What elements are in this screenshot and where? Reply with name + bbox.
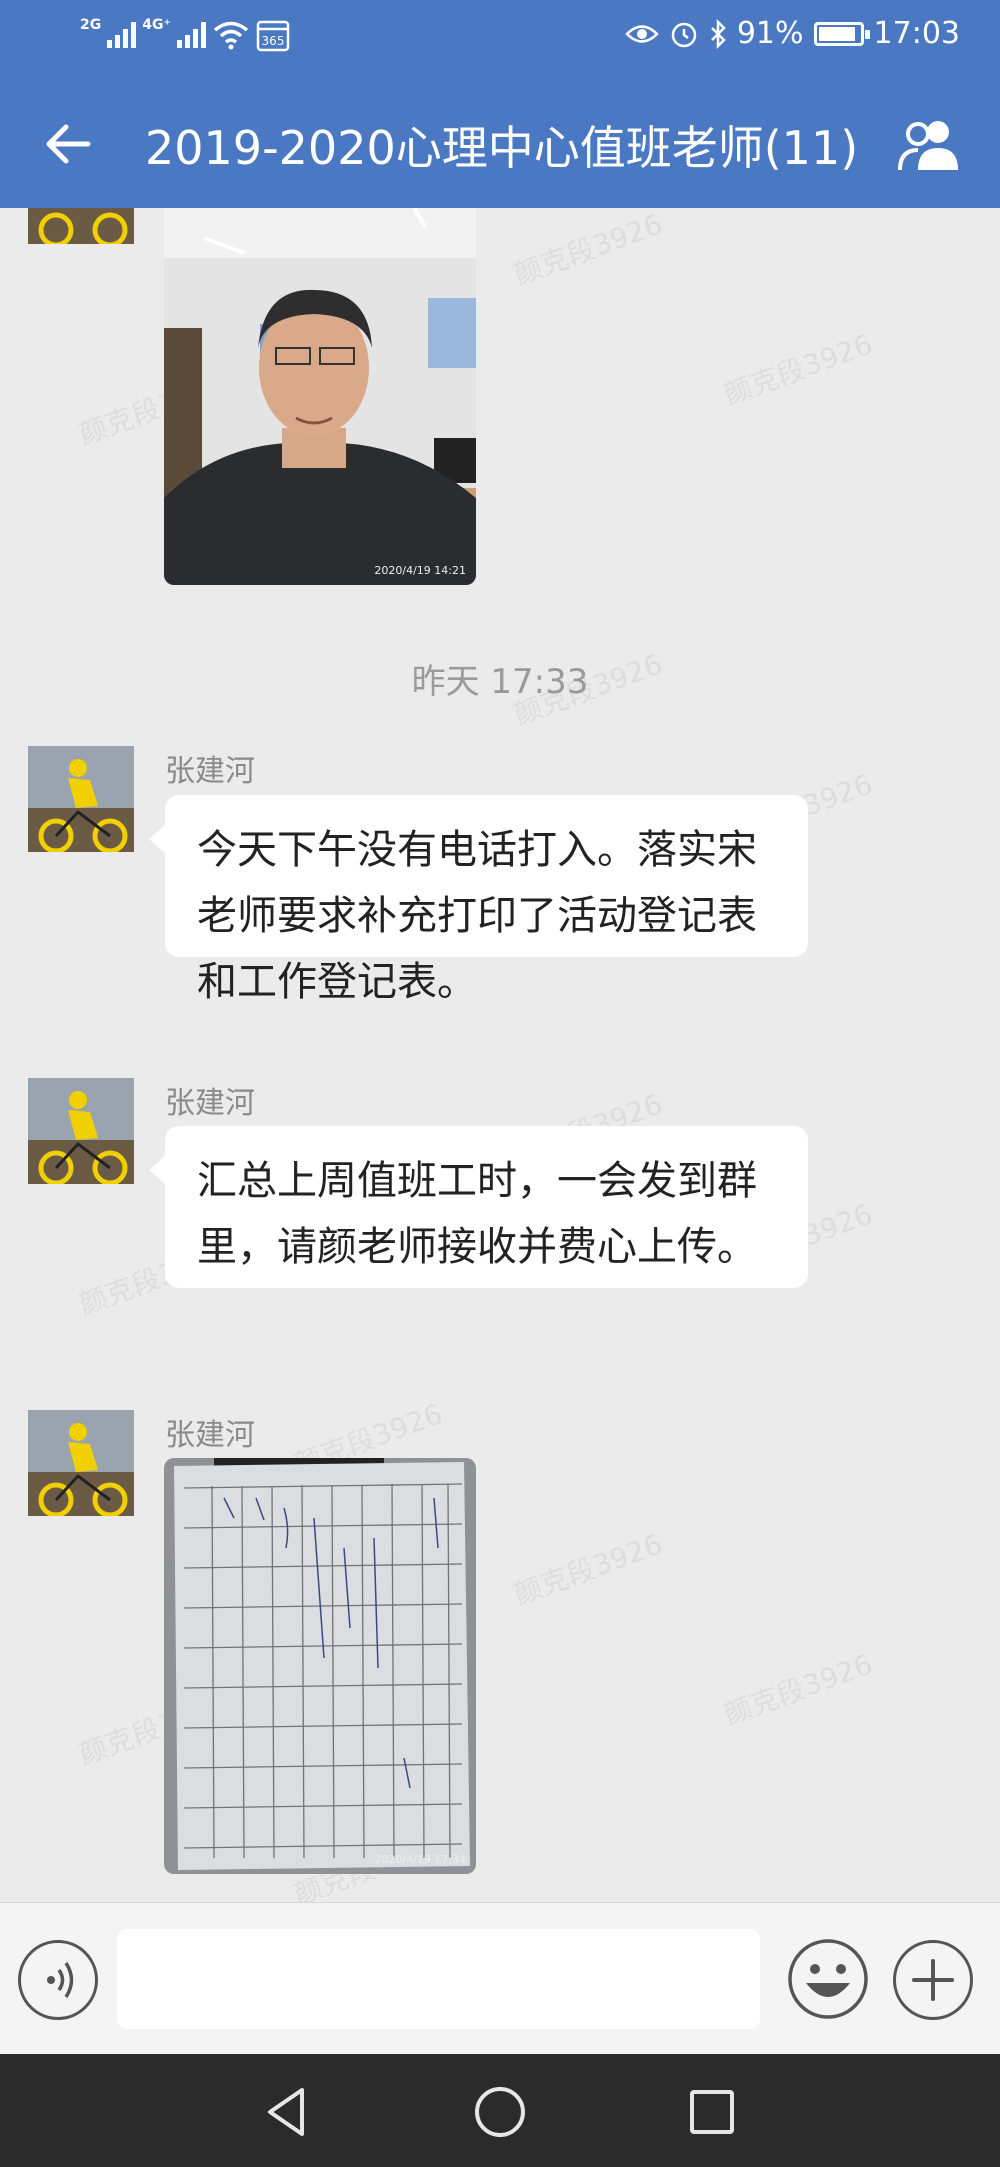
chat-messages[interactable]: 颜克段3926 颜克段3926 颜克段3926 颜克段3926 颜克段3926 … <box>0 208 1000 1902</box>
photo-timestamp: 2020/4/19 17:34 <box>374 1853 466 1866</box>
nav-recent-square-icon[interactable] <box>682 2082 742 2142</box>
cyclist-avatar-image <box>28 208 134 244</box>
calendar-icon: 365 <box>256 20 290 52</box>
alarm-icon <box>671 22 697 47</box>
battery-percent: 91% <box>736 16 804 51</box>
sender-name: 张建河 <box>165 1086 255 1121</box>
sender-name: 张建河 <box>165 754 255 789</box>
watermark: 颜克段3926 <box>719 1647 877 1732</box>
sender-avatar[interactable] <box>28 746 134 852</box>
clock: 17:03 <box>873 16 960 51</box>
eye-icon <box>625 24 659 43</box>
bluetooth-icon <box>710 18 726 49</box>
voice-input-button[interactable] <box>18 1940 98 2020</box>
cyclist-avatar-image <box>28 1410 134 1516</box>
photo-timestamp: 2020/4/19 14:21 <box>374 564 466 577</box>
sender-avatar[interactable] <box>28 1078 134 1184</box>
wifi-icon <box>213 21 248 50</box>
watermark: 颜克段3926 <box>509 208 667 292</box>
sender-avatar[interactable] <box>28 1410 134 1516</box>
calendar-badge: 365 <box>261 34 284 48</box>
signal-icon <box>176 22 206 48</box>
voice-wave-icon <box>47 1962 74 1998</box>
network-2g-label: 2G <box>80 17 102 33</box>
nav-home-circle-icon[interactable] <box>470 2082 530 2142</box>
register-form-photo <box>164 1458 476 1874</box>
message-input[interactable] <box>117 1929 760 2029</box>
group-members-icon[interactable] <box>896 114 966 174</box>
status-right: 91% 17:03 <box>625 16 960 51</box>
photo-message[interactable]: 2020/4/19 14:21 <box>164 208 476 585</box>
input-bar <box>0 1902 1000 2054</box>
emoji-button-icon[interactable] <box>786 1937 870 2021</box>
photo-message[interactable]: 2020/4/19 17:34 <box>164 1458 476 1874</box>
signal-icon <box>107 22 137 48</box>
time-divider: 昨天 17:33 <box>411 662 589 702</box>
message-text: 汇总上周值班工时，一会发到群里，请颜老师接收并费心上传。 <box>197 1158 757 1270</box>
plus-icon <box>912 1959 954 2001</box>
top-bar: 2G 4G⁺ 365 91% 17:03 2019-2020心理中心值班老师(1… <box>0 0 1000 208</box>
battery-fill <box>818 26 855 41</box>
system-navigation-bar <box>0 2054 1000 2167</box>
battery-icon <box>813 21 870 46</box>
status-left: 2G 4G⁺ 365 <box>80 17 290 52</box>
message-bubble[interactable]: 汇总上周值班工时，一会发到群里，请颜老师接收并费心上传。 <box>149 1126 808 1288</box>
portrait-photo <box>164 208 476 585</box>
message-bubble[interactable]: 今天下午没有电话打入。落实宋老师要求补充打印了活动登记表和工作登记表。 <box>149 795 808 1005</box>
cyclist-avatar-image <box>28 1078 134 1184</box>
chat-header: 2019-2020心理中心值班老师(11) <box>0 100 1000 186</box>
message-text: 今天下午没有电话打入。落实宋老师要求补充打印了活动登记表和工作登记表。 <box>197 827 757 1005</box>
chat-title: 2019-2020心理中心值班老师(11) <box>145 121 859 175</box>
sender-avatar[interactable] <box>28 208 134 244</box>
cyclist-avatar-image <box>28 746 134 852</box>
status-bar: 2G 4G⁺ 365 91% 17:03 <box>0 0 1000 76</box>
watermark: 颜克段3926 <box>719 327 877 412</box>
network-4g-label: 4G⁺ <box>142 17 171 33</box>
more-options-button[interactable] <box>893 1940 973 2020</box>
watermark: 颜克段3926 <box>509 1527 667 1612</box>
sender-name: 张建河 <box>165 1418 255 1453</box>
back-arrow-icon[interactable] <box>40 116 96 172</box>
nav-back-triangle-icon[interactable] <box>258 2082 318 2142</box>
